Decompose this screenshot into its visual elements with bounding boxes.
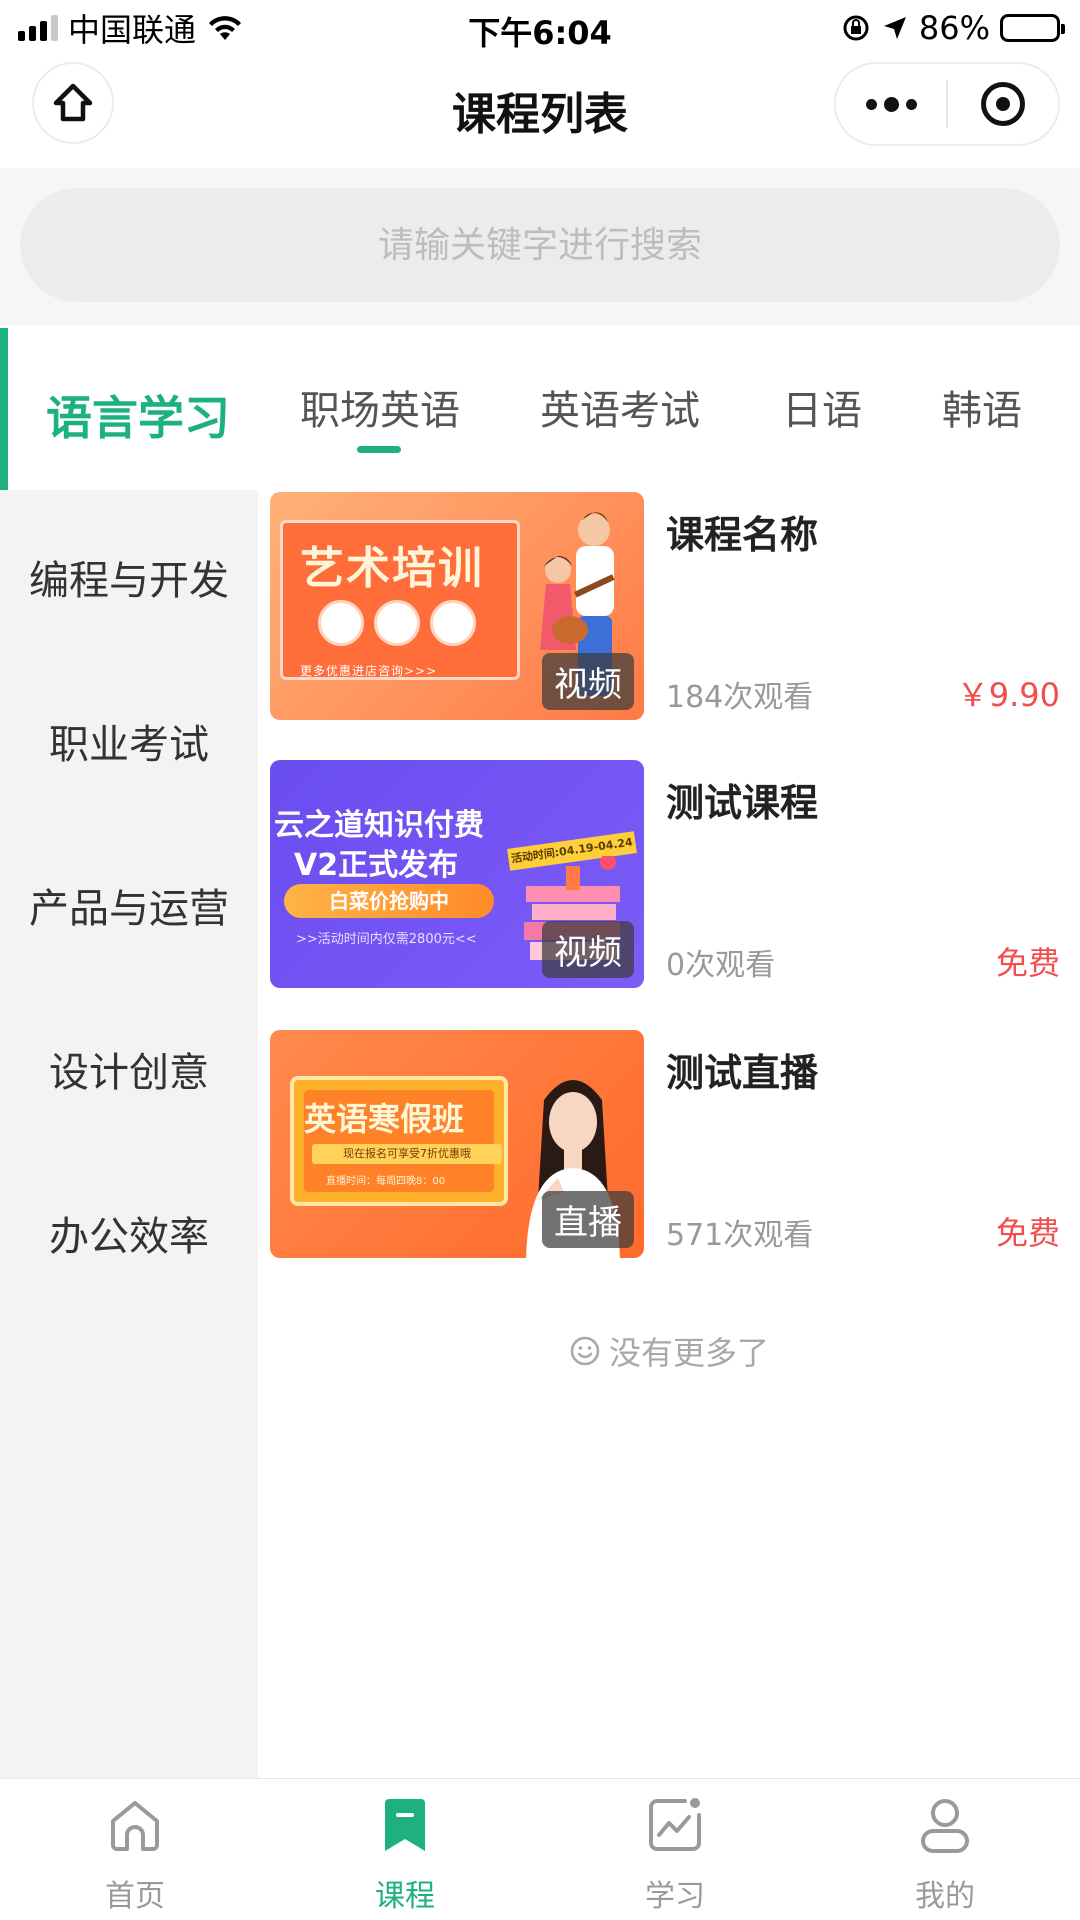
- thumb-line2: V2正式发布: [294, 848, 459, 883]
- course-price: 免费: [995, 1214, 1060, 1252]
- bookmark-icon: [385, 1799, 425, 1851]
- thumb-subtext: 直播时间：每周四晚8：00: [326, 1176, 446, 1187]
- rotation-lock-icon: [843, 15, 869, 41]
- thumb-avatar: [374, 600, 420, 646]
- tabbar-mine-label: 我的: [915, 1879, 975, 1914]
- course-thumbnail[interactable]: 云之道知识付费 V2正式发布 白菜价抢购中 >>活动时间内仅需2800元<< 活…: [270, 760, 644, 988]
- tab-language-learning[interactable]: 语言学习: [46, 382, 230, 448]
- course-views: 0次观看: [666, 948, 776, 983]
- course-card[interactable]: 英语寒假班 现在报名可享受7折优惠哦 直播时间：每周四晚8：00 直播 测试直播…: [270, 1030, 1064, 1260]
- nav-bar: 课程列表: [0, 60, 1080, 150]
- status-bar: 中国联通 下午6:04 86%: [0, 0, 1080, 56]
- chart-icon: [649, 1798, 701, 1851]
- course-price: 免费: [995, 944, 1060, 982]
- target-icon: [981, 82, 1025, 126]
- close-button[interactable]: [948, 64, 1058, 144]
- more-dots-icon: [865, 96, 917, 112]
- course-title[interactable]: 测试直播: [666, 1042, 818, 1097]
- search-section: [0, 168, 1080, 326]
- side-item-design[interactable]: 设计创意: [0, 1040, 258, 1098]
- side-menu: 编程与开发 职业考试 产品与运营 设计创意 办公效率: [0, 490, 258, 1778]
- menu-capsule: [834, 62, 1060, 146]
- active-category-bar: [0, 328, 8, 490]
- tab-korean[interactable]: 韩语: [942, 378, 1022, 436]
- tab-workplace-english[interactable]: 职场英语: [300, 378, 460, 436]
- course-title[interactable]: 课程名称: [666, 504, 818, 559]
- category-tabs: 语言学习 职场英语 英语考试 日语 韩语: [0, 328, 1080, 490]
- course-views: 184次观看: [666, 680, 814, 715]
- no-more-note: 没有更多了: [258, 1328, 1080, 1374]
- video-badge: 视频: [542, 653, 634, 710]
- status-right: 86%: [841, 8, 1065, 48]
- tabbar-mine[interactable]: 我的: [810, 1779, 1080, 1920]
- thumb-avatar: [318, 600, 364, 646]
- user-icon: [921, 1799, 969, 1853]
- search-input[interactable]: [20, 188, 1060, 302]
- tabbar-home-label: 首页: [105, 1879, 165, 1914]
- battery-percent: 86%: [918, 9, 990, 47]
- smile-icon: [570, 1336, 600, 1366]
- battery-icon: [1000, 14, 1065, 42]
- course-card[interactable]: 云之道知识付费 V2正式发布 白菜价抢购中 >>活动时间内仅需2800元<< 活…: [270, 760, 1064, 990]
- bottom-tab-bar: 首页 课程 学习 我的: [0, 1778, 1080, 1920]
- thumb-pill: 白菜价抢购中: [284, 884, 494, 918]
- course-thumbnail[interactable]: 英语寒假班 现在报名可享受7折优惠哦 直播时间：每周四晚8：00 直播: [270, 1030, 644, 1258]
- thumb-headline: 英语寒假班: [304, 1100, 465, 1138]
- side-item-career-exam[interactable]: 职业考试: [0, 712, 258, 770]
- course-price: ￥9.90: [956, 676, 1060, 714]
- tabbar-study-label: 学习: [645, 1879, 705, 1914]
- tab-japanese[interactable]: 日语: [782, 378, 862, 436]
- thumb-headline: 艺术培训: [300, 543, 484, 594]
- tabbar-courses[interactable]: 课程: [270, 1779, 540, 1920]
- thumb-avatar: [430, 600, 476, 646]
- side-item-product-ops[interactable]: 产品与运营: [0, 876, 258, 934]
- thumb-line1: 云之道知识付费: [274, 808, 484, 843]
- no-more-label: 没有更多了: [608, 1334, 769, 1372]
- live-badge: 直播: [542, 1191, 634, 1248]
- tab-underline: [357, 446, 401, 453]
- thumb-subtext: 现在报名可享受7折优惠哦: [312, 1144, 502, 1164]
- tabbar-courses-label: 课程: [375, 1879, 435, 1914]
- tabbar-study[interactable]: 学习: [540, 1779, 810, 1920]
- thumb-smalltext: >>活动时间内仅需2800元<<: [296, 932, 477, 947]
- tab-english-exam[interactable]: 英语考试: [540, 378, 700, 436]
- side-item-office[interactable]: 办公效率: [0, 1204, 258, 1262]
- location-icon: [883, 17, 906, 39]
- course-views: 571次观看: [666, 1218, 814, 1253]
- more-button[interactable]: [836, 64, 946, 144]
- course-thumbnail[interactable]: 艺术培训 更多优惠进店咨询>>> 视频: [270, 492, 644, 720]
- video-badge: 视频: [542, 921, 634, 978]
- side-item-programming[interactable]: 编程与开发: [0, 548, 258, 606]
- course-title[interactable]: 测试课程: [666, 772, 818, 827]
- course-card[interactable]: 艺术培训 更多优惠进店咨询>>> 视频 课程名称 184次观看 ￥9.90: [270, 492, 1064, 722]
- tabbar-home[interactable]: 首页: [0, 1779, 270, 1920]
- thumb-subtext: 更多优惠进店咨询>>>: [300, 664, 438, 678]
- home-outline-icon: [111, 1801, 159, 1851]
